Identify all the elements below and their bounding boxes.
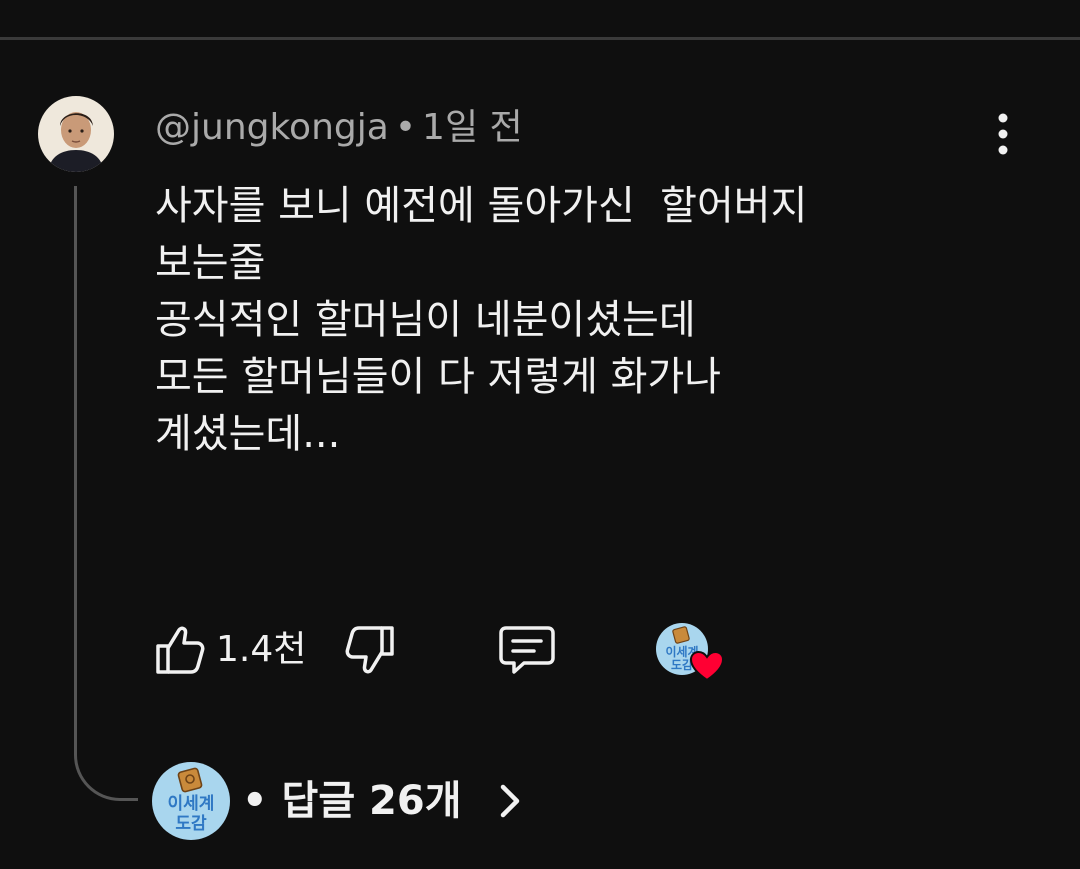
thumbs-down-icon bbox=[345, 626, 394, 674]
comment-meta: @jungkongja • 1일 전 bbox=[155, 104, 523, 152]
replies-count-label: 답글 26개 bbox=[281, 778, 462, 824]
comment-text: 사자를 보니 예전에 돌아가신 할어버지 보는줄 공식적인 할머님이 네분이셨는… bbox=[155, 178, 1035, 463]
comment-author[interactable]: @jungkongja bbox=[155, 107, 389, 148]
comment-icon bbox=[499, 626, 555, 674]
like-count: 1.4천 bbox=[216, 629, 307, 670]
replies-separator: • bbox=[242, 778, 268, 824]
commenter-avatar[interactable] bbox=[38, 96, 114, 172]
logo-wordmark: 이세계 bbox=[168, 794, 215, 814]
dislike-button[interactable] bbox=[340, 620, 400, 680]
like-button[interactable] bbox=[150, 620, 210, 680]
reply-thread-line bbox=[74, 186, 138, 801]
comment-line: 공식적인 할머님이 네분이셨는데 bbox=[155, 297, 696, 343]
top-divider bbox=[0, 37, 1080, 40]
creator-heart-badge: 이세계 도감 bbox=[656, 623, 726, 685]
replier-avatar: 이세계 도감 bbox=[152, 762, 230, 840]
comment-line: 보는줄 bbox=[155, 240, 266, 286]
comment-line: 사자를 보니 예전에 돌아가신 할어버지 bbox=[155, 183, 808, 229]
replies-label: • 답글 26개 bbox=[242, 776, 462, 826]
comment-line: 계셨는데... bbox=[155, 411, 341, 457]
meta-separator: • bbox=[394, 107, 417, 148]
comment-time: 1일 전 bbox=[422, 107, 523, 148]
chevron-right-icon bbox=[500, 784, 520, 818]
more-options-button[interactable] bbox=[984, 110, 1024, 160]
more-vertical-icon bbox=[998, 113, 1008, 155]
comment-line: 모든 할머님들이 다 저렇게 화가나 bbox=[155, 354, 722, 400]
reply-button[interactable] bbox=[494, 620, 560, 680]
thumbs-up-icon bbox=[156, 626, 205, 674]
logo-wordmark: 도감 bbox=[175, 814, 207, 834]
heart-icon bbox=[690, 651, 724, 681]
